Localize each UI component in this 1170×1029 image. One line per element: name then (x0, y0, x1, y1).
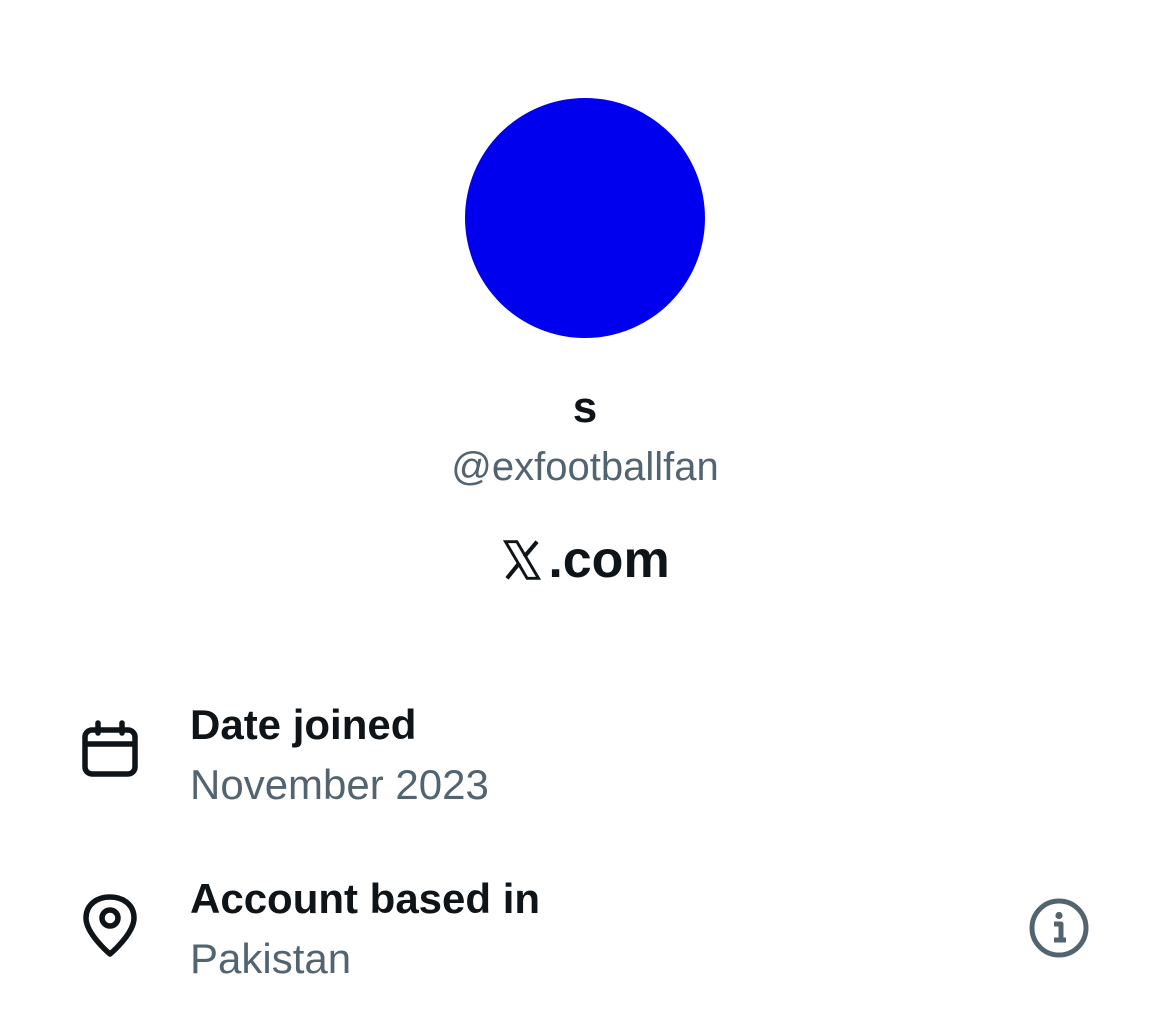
date-joined-row: Date joined November 2023 (0, 700, 1170, 830)
username-handle: @exfootballfan (451, 445, 719, 489)
x-logo-icon (503, 540, 542, 580)
avatar[interactable] (465, 98, 705, 338)
account-based-in-label: Account based in (190, 875, 541, 922)
account-based-in-value: Pakistan (190, 935, 352, 982)
info-icon[interactable] (1027, 896, 1091, 960)
location-pin-icon (83, 894, 137, 957)
calendar-icon (82, 720, 138, 777)
x-com-brand: .com (0, 530, 1170, 590)
display-name: s (572, 383, 598, 432)
account-location-row: Account based in Pakistan (0, 874, 1170, 1004)
brand-suffix: .com (548, 531, 670, 589)
date-joined-label: Date joined (190, 701, 417, 748)
date-joined-value: November 2023 (190, 761, 489, 808)
